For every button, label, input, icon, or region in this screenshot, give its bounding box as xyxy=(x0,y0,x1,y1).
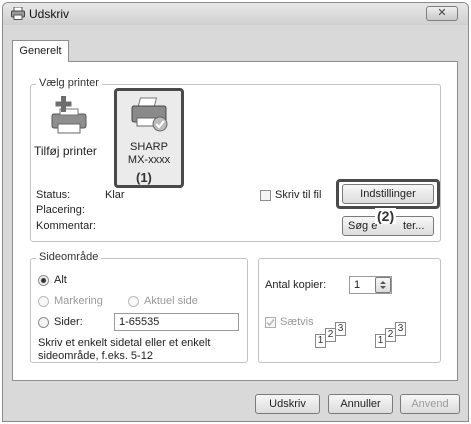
collate-checkbox[interactable] xyxy=(265,317,276,328)
selection-label: Markering xyxy=(54,295,103,307)
close-icon: ✕ xyxy=(437,7,447,19)
copies-label: Antal kopier: xyxy=(265,279,327,291)
page-range-legend: Sideområde xyxy=(36,251,102,263)
add-printer-item[interactable]: Tilføj printer xyxy=(34,92,106,162)
location-label: Placering: xyxy=(36,204,85,216)
pages-label: Sider: xyxy=(54,316,83,328)
settings-button[interactable]: Indstillinger xyxy=(342,184,434,204)
print-to-file-label: Skriv til fil xyxy=(275,189,322,201)
current-page-radio[interactable] xyxy=(128,296,139,307)
callout-1: (1) xyxy=(136,170,152,185)
copies-stepper[interactable] xyxy=(375,277,391,293)
pages-input[interactable]: 1-65535 xyxy=(114,313,239,331)
collate-label: Sætvis xyxy=(280,316,314,328)
close-button[interactable]: ✕ xyxy=(426,6,458,21)
apply-button[interactable]: Anvend xyxy=(400,394,460,414)
checkmark-icon xyxy=(266,319,275,327)
comment-label: Kommentar: xyxy=(36,220,96,232)
sharp-printer-model: MX-xxxx xyxy=(127,154,171,166)
collate-pages-set-2: 1 2 3 xyxy=(375,322,435,352)
pages-radio[interactable] xyxy=(38,317,49,328)
status-label: Status: xyxy=(36,189,71,201)
find-printer-label-left: Søg e xyxy=(348,220,378,232)
current-page-label: Aktuel side xyxy=(144,295,198,307)
window-title: Udskriv xyxy=(29,7,70,21)
collate-pages-set-1: 1 2 3 xyxy=(315,322,375,352)
find-printer-label-right: ter... xyxy=(403,220,425,232)
stepper-arrows-icon xyxy=(380,281,386,289)
selection-radio[interactable] xyxy=(38,296,49,307)
page-thumb: 3 xyxy=(395,322,406,336)
tab-generelt[interactable]: Generelt xyxy=(12,40,69,62)
status-value: Klar xyxy=(105,189,125,201)
print-button[interactable]: Udskriv xyxy=(255,394,320,414)
cancel-button[interactable]: Annuller xyxy=(328,394,393,414)
title-bar: Udskriv ✕ xyxy=(3,3,468,25)
all-pages-radio[interactable] xyxy=(38,275,49,286)
all-pages-label: Alt xyxy=(54,274,67,286)
printer-icon xyxy=(11,6,25,20)
page-thumb: 3 xyxy=(335,322,346,336)
page-range-hint: Skriv et enkelt sidetal eller et enkelt … xyxy=(38,337,211,362)
callout-2: (2) xyxy=(375,208,397,224)
print-to-file-checkbox[interactable] xyxy=(260,190,271,201)
sharp-printer-icon xyxy=(129,96,171,139)
printer-group-legend: Vælg printer xyxy=(36,77,102,89)
sharp-printer-name: SHARP xyxy=(130,141,168,153)
add-printer-icon xyxy=(50,96,90,139)
add-printer-label: Tilføj printer xyxy=(34,144,97,158)
